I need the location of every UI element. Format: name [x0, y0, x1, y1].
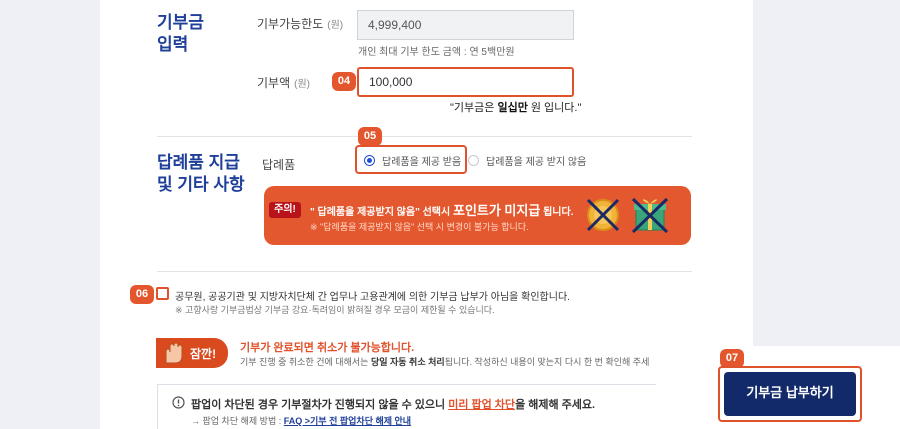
- section-divider: [157, 136, 692, 137]
- step-badge-06: 06: [130, 285, 154, 304]
- warning-sub-bold: 당일 자동 취소 처리: [370, 357, 445, 367]
- notice-sub: ※ "답례품을 제공받지 않음" 선택 시 변경이 불가능 합니다.: [310, 222, 529, 232]
- notice-banner: 주의! " 답례품을 제공받지 않음" 선택시 포인트가 미지급 됩니다. ※ …: [264, 186, 691, 245]
- faq-popup-link[interactable]: FAQ >기부 전 팝업차단 해제 안내: [284, 416, 411, 426]
- submit-floating-area: 07 기부금 납부하기: [656, 346, 900, 429]
- radio-decline-unselected[interactable]: [468, 154, 479, 166]
- agreement-subtext: ※ 고향사랑 기부금법상 기부금 강요·독려임이 밝혀질 경우 모금이 제한될 …: [175, 305, 495, 315]
- agreement-text: 공무원, 공공기관 및 지방자치단체 간 업무나 고용관계에 의한 기부금 납부…: [175, 292, 570, 303]
- warning-title: 기부가 완료되면 취소가 불가능합니다.: [240, 342, 415, 354]
- warning-subtext: 기부 진행 중 취소한 건에 대해서는 당일 자동 취소 처리됩니다. 작성하신…: [240, 355, 649, 368]
- donation-amount-input[interactable]: 100,000: [357, 67, 574, 97]
- step-badge-05: 05: [358, 127, 382, 146]
- limit-label: 기부가능한도 (원): [257, 15, 343, 32]
- limit-unit: (원): [327, 20, 344, 31]
- amount-unit: (원): [294, 79, 310, 90]
- warning-sub-post: 됩니다. 작성하신 내용이 맞는지 다시 한 번 확인해 주세: [444, 357, 650, 367]
- limit-label-text: 기부가능한도: [257, 17, 324, 31]
- crossed-coin-icon: [586, 198, 620, 232]
- wait-badge-label: 잠깐!: [190, 346, 217, 361]
- section-divider-2: [157, 271, 692, 272]
- popup-sub-pre: → 팝업 차단 해제 방법 :: [191, 416, 284, 426]
- warning-sub-pre: 기부 진행 중 취소한 건에 대해서는: [240, 357, 371, 367]
- amount-label-text: 기부액: [257, 76, 291, 90]
- amount-note: "기부금은 일십만 원 입니다.": [450, 99, 581, 115]
- submit-donation-button[interactable]: 기부금 납부하기: [724, 372, 856, 416]
- amount-label: 기부액 (원): [257, 74, 310, 91]
- radio-receive-selected[interactable]: [364, 154, 375, 166]
- wait-badge: 잠깐!: [156, 338, 228, 368]
- gift-label: 답례품: [262, 158, 296, 172]
- popup-main-post: 을 해제해 주세요.: [515, 399, 596, 411]
- radio-option-decline[interactable]: 답례품을 제공 받지 않음: [468, 154, 587, 168]
- radio-receive-label: 답례품을 제공 받음: [382, 156, 462, 168]
- notice-main-pre: " 답례품을 제공받지 않음" 선택시: [310, 207, 453, 218]
- popup-notice-box: 팝업이 차단된 경우 기부절차가 진행되지 않을 수 있으니 미리 팝업 차단을…: [157, 384, 692, 429]
- amount-value: 100,000: [369, 75, 413, 89]
- info-circle-icon: [172, 396, 185, 409]
- notice-main-post: 됩니다.: [540, 207, 574, 218]
- limit-field: 4,999,400: [357, 10, 574, 40]
- section-title-line2: 입력: [157, 35, 189, 54]
- gift-title-line2: 및 기타 사항: [157, 175, 245, 194]
- gift-title-line1: 답례품 지급: [157, 153, 240, 172]
- notice-main-big: 포인트가 미지급: [452, 203, 541, 218]
- section-title-line1: 기부금: [157, 13, 204, 32]
- popup-main-text: 팝업이 차단된 경우 기부절차가 진행되지 않을 수 있으니 미리 팝업 차단을…: [191, 396, 595, 412]
- amount-note-bold: 일십만: [497, 102, 528, 114]
- limit-hint: 개인 최대 기부 한도 금액 : 연 5백만원: [358, 47, 515, 58]
- hand-stop-icon: [165, 342, 183, 364]
- limit-value: 4,999,400: [368, 18, 422, 32]
- section-title-gift: 답례품 지급 및 기타 사항: [157, 152, 245, 196]
- popup-sub-text: → 팝업 차단 해제 방법 : FAQ >기부 전 팝업차단 해제 안내: [191, 414, 411, 427]
- amount-note-pre: "기부금은: [450, 102, 498, 114]
- crossed-gift-icon: [631, 197, 669, 234]
- popup-block-link[interactable]: 미리 팝업 차단: [448, 399, 515, 411]
- section-title-donation: 기부금 입력: [157, 12, 204, 56]
- radio-option-receive[interactable]: 답례품을 제공 받음: [364, 154, 462, 168]
- agreement-checkbox[interactable]: [156, 287, 169, 300]
- step-badge-04: 04: [332, 72, 356, 91]
- popup-main-pre: 팝업이 차단된 경우 기부절차가 진행되지 않을 수 있으니: [191, 399, 449, 411]
- amount-note-post: 원 입니다.": [527, 102, 582, 114]
- radio-decline-label: 답례품을 제공 받지 않음: [486, 156, 587, 168]
- notice-tag: 주의!: [269, 202, 301, 218]
- notice-main: " 답례품을 제공받지 않음" 선택시 포인트가 미지급 됩니다.: [310, 200, 574, 219]
